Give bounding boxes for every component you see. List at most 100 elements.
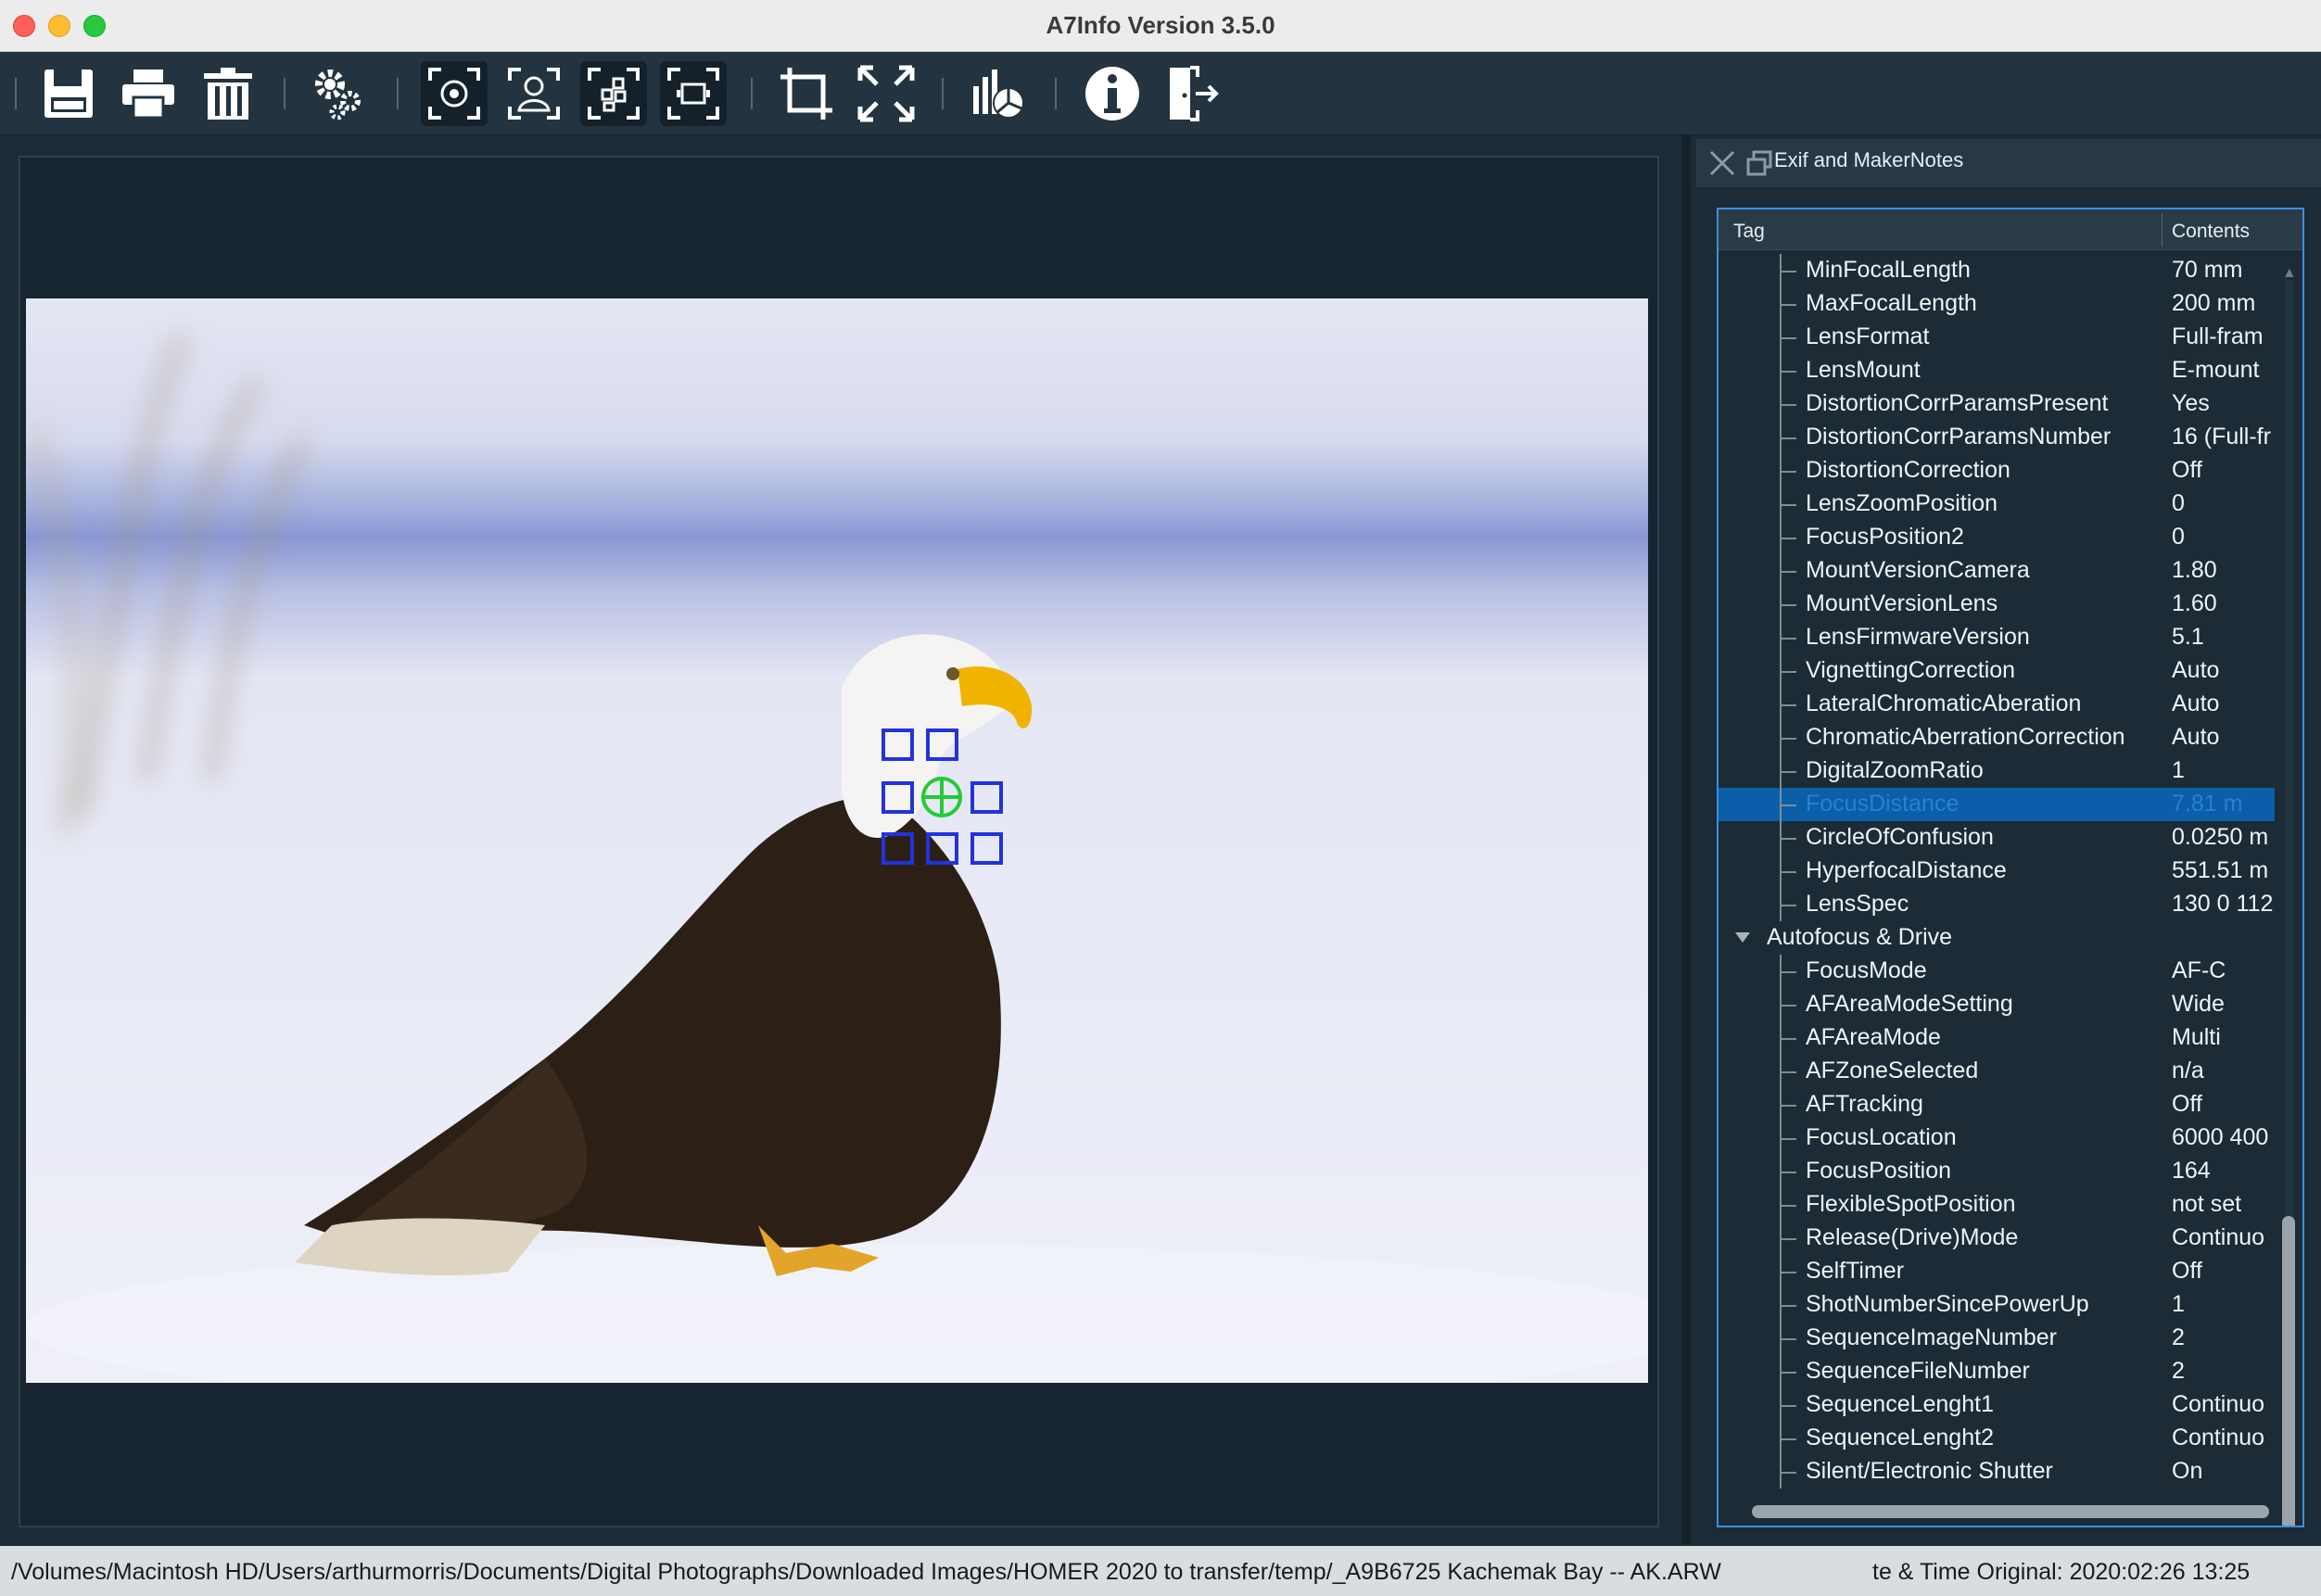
- tree-row[interactable]: HyperfocalDistance 551.51 m: [1719, 855, 2275, 888]
- tag-value: 0: [2172, 524, 2185, 550]
- tag-name: AFAreaMode: [1806, 1024, 1941, 1050]
- tag-value: Off: [2172, 1258, 2202, 1284]
- tree-row[interactable]: FocusLocation 6000 400: [1719, 1121, 2275, 1155]
- tree-row[interactable]: SelfTimer Off: [1719, 1255, 2275, 1288]
- tree-row[interactable]: SequenceLenght2 Continuo: [1719, 1422, 2275, 1455]
- crop-icon: [780, 68, 832, 120]
- vertical-scrollbar[interactable]: ▲ ▼: [2278, 265, 2299, 1526]
- tree-branch-line: [1780, 421, 1800, 454]
- tree-row[interactable]: MinFocalLength 70 mm: [1719, 254, 2275, 287]
- delete-button[interactable]: [195, 61, 261, 126]
- tree-row[interactable]: DigitalZoomRatio 1: [1719, 754, 2275, 788]
- tag-name: AFZoneSelected: [1806, 1058, 1979, 1083]
- tag-value: 0.0250 m: [2172, 824, 2269, 850]
- tree-row[interactable]: DistortionCorrection Off: [1719, 454, 2275, 488]
- column-header-contents[interactable]: Contents: [2172, 221, 2250, 243]
- tag-name: FlexibleSpotPosition: [1806, 1191, 2016, 1217]
- tree-row[interactable]: SequenceImageNumber 2: [1719, 1322, 2275, 1355]
- tree-row[interactable]: FocusDistance 7.81 m: [1719, 788, 2275, 821]
- crop-button[interactable]: [773, 61, 840, 126]
- tree-row[interactable]: SequenceFileNumber 2: [1719, 1355, 2275, 1388]
- tree-branch-line: [1780, 1288, 1800, 1322]
- tree-row[interactable]: Silent/Electronic Shutter On: [1719, 1455, 2275, 1488]
- tree-branch-line: [1780, 1222, 1800, 1255]
- tree-row[interactable]: AFTracking Off: [1719, 1088, 2275, 1121]
- panel-splitter[interactable]: [1681, 135, 1691, 1544]
- tag-name: MaxFocalLength: [1806, 290, 1977, 316]
- tree-branch-line: [1780, 1355, 1800, 1388]
- toolbar-separator: [751, 78, 753, 109]
- tag-value: Off: [2172, 1091, 2202, 1117]
- tree-branch-line: [1780, 1088, 1800, 1121]
- tree-row[interactable]: LateralChromaticAberation Auto: [1719, 688, 2275, 721]
- float-window-icon[interactable]: [1744, 148, 1774, 178]
- tree-row[interactable]: CircleOfConfusion 0.0250 m: [1719, 821, 2275, 855]
- title-bar: A7Info Version 3.5.0: [0, 0, 2321, 52]
- scroll-thumb[interactable]: [2282, 1216, 2295, 1526]
- close-icon[interactable]: [1707, 148, 1737, 178]
- tree-row[interactable]: LensMount E-mount: [1719, 354, 2275, 387]
- tree-row[interactable]: AFAreaModeSetting Wide: [1719, 988, 2275, 1021]
- tag-name: LensMount: [1806, 357, 1921, 383]
- tree-row[interactable]: ChromaticAberrationCorrection Auto: [1719, 721, 2275, 754]
- tag-name: FocusLocation: [1806, 1124, 1957, 1150]
- tag-value: Continuo: [2172, 1391, 2265, 1417]
- tree-branch-line: [1780, 855, 1800, 888]
- af-area-icon: [588, 68, 640, 120]
- tree-row[interactable]: FocusPosition 164: [1719, 1155, 2275, 1188]
- tree-row[interactable]: LensFirmwareVersion 5.1: [1719, 621, 2275, 654]
- tree-branch-line: [1780, 1188, 1800, 1222]
- tree-row[interactable]: AFZoneSelected n/a: [1719, 1055, 2275, 1088]
- horizontal-scrollbar[interactable]: [1731, 1501, 2278, 1522]
- tree-row[interactable]: LensFormat Full-fram: [1719, 321, 2275, 354]
- tag-value: 0: [2172, 490, 2185, 516]
- face-detect-button[interactable]: [501, 61, 567, 126]
- tree-row[interactable]: FocusMode AF-C: [1719, 955, 2275, 988]
- tree-row[interactable]: Release(Drive)Mode Continuo: [1719, 1222, 2275, 1255]
- fullscreen-button[interactable]: [853, 61, 920, 126]
- print-button[interactable]: [115, 61, 182, 126]
- tree-group-row[interactable]: Autofocus & Drive: [1719, 921, 2275, 955]
- tree-branch-line: [1780, 821, 1800, 855]
- column-header-tag[interactable]: Tag: [1733, 221, 1765, 243]
- tag-value: Continuo: [2172, 1224, 2265, 1250]
- tree-branch-line: [1780, 621, 1800, 654]
- focus-point-button[interactable]: [421, 61, 488, 126]
- frame-button[interactable]: [660, 61, 727, 126]
- tree-row[interactable]: SequenceLenght1 Continuo: [1719, 1388, 2275, 1422]
- tree-branch-line: [1780, 254, 1800, 287]
- statistics-button[interactable]: [964, 61, 1031, 126]
- tree-row[interactable]: DistortionCorrParamsNumber 16 (Full-fr: [1719, 421, 2275, 454]
- tree-branch-line: [1780, 1388, 1800, 1422]
- exif-tree[interactable]: Tag Contents MinFocalLength 70 mm MaxFocal…: [1717, 208, 2304, 1527]
- af-area-button[interactable]: [580, 61, 647, 126]
- tree-row[interactable]: VignettingCorrection Auto: [1719, 654, 2275, 688]
- tree-row[interactable]: MountVersionLens 1.60: [1719, 588, 2275, 621]
- info-button[interactable]: [1079, 61, 1146, 126]
- tag-name: AFTracking: [1806, 1091, 1923, 1117]
- tag-value: E-mount: [2172, 357, 2260, 383]
- tree-row[interactable]: LensZoomPosition 0: [1719, 488, 2275, 521]
- toolbar-separator: [284, 78, 285, 109]
- exit-button[interactable]: [1159, 61, 1225, 126]
- tree-row[interactable]: FocusPosition2 0: [1719, 521, 2275, 554]
- tree-row[interactable]: FlexibleSpotPosition not set: [1719, 1188, 2275, 1222]
- tag-name: DistortionCorrection: [1806, 457, 2010, 483]
- tag-value: 1.60: [2172, 590, 2217, 616]
- expand-arrow-icon[interactable]: [1735, 932, 1750, 943]
- tree-row[interactable]: DistortionCorrParamsPresent Yes: [1719, 387, 2275, 421]
- settings-button[interactable]: [306, 61, 373, 126]
- save-button[interactable]: [35, 61, 102, 126]
- tag-value: 2: [2172, 1324, 2185, 1350]
- tree-row[interactable]: AFAreaMode Multi: [1719, 1021, 2275, 1055]
- tag-name: MinFocalLength: [1806, 257, 1971, 283]
- tree-row[interactable]: MaxFocalLength 200 mm: [1719, 287, 2275, 321]
- tag-name: HyperfocalDistance: [1806, 857, 2007, 883]
- scroll-thumb[interactable]: [1752, 1505, 2269, 1518]
- tree-row[interactable]: LensSpec 130 0 112: [1719, 888, 2275, 921]
- tree-row[interactable]: ShotNumberSincePowerUp 1: [1719, 1288, 2275, 1322]
- photo-preview[interactable]: [26, 298, 1648, 1383]
- toolbar-separator: [1055, 78, 1057, 109]
- tree-row[interactable]: MountVersionCamera 1.80: [1719, 554, 2275, 588]
- focus-point-icon: [428, 68, 480, 120]
